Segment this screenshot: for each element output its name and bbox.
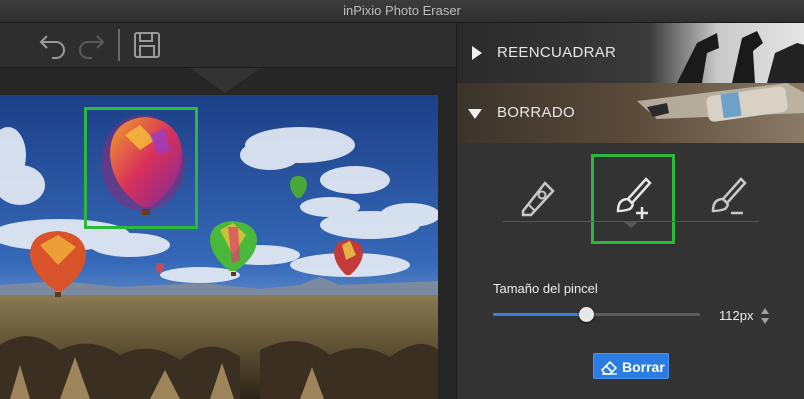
collapsed-arrow-icon bbox=[472, 46, 482, 60]
canvas-area[interactable] bbox=[0, 68, 456, 399]
stepper-down-icon[interactable] bbox=[761, 318, 769, 324]
canvas-top-notch bbox=[190, 68, 260, 93]
section-borrado-label: BORRADO bbox=[497, 104, 575, 121]
slider-thumb[interactable] bbox=[579, 307, 595, 322]
tools-divider-notch bbox=[623, 221, 639, 228]
floppy-disk-icon[interactable] bbox=[132, 30, 162, 65]
section-reencuadrar-header[interactable]: REENCUADRAR bbox=[457, 23, 804, 83]
selected-tool-highlight bbox=[591, 154, 675, 244]
window-title: inPixio Photo Eraser bbox=[343, 3, 461, 18]
eraser-tool-button[interactable] bbox=[503, 163, 573, 233]
section-borrado-header[interactable]: BORRADO bbox=[457, 83, 804, 143]
brush-size-slider[interactable] bbox=[493, 307, 700, 322]
slider-fill bbox=[493, 313, 587, 316]
section-reencuadrar-label: REENCUADRAR bbox=[497, 44, 617, 61]
brush-minus-icon bbox=[711, 177, 747, 215]
redo-arrow-icon[interactable] bbox=[76, 30, 106, 65]
stepper-up-icon[interactable] bbox=[761, 308, 769, 314]
balloon-photo[interactable] bbox=[0, 95, 438, 399]
undo-arrow-icon[interactable] bbox=[38, 30, 68, 65]
erase-button-label: Borrar bbox=[622, 359, 665, 375]
brush-size-value: 112px bbox=[719, 308, 754, 323]
balloon-selection-box bbox=[84, 107, 198, 229]
toolbar bbox=[0, 23, 456, 68]
brush-size-label: Tamaño del pincel bbox=[493, 281, 598, 296]
eraser-pen-icon bbox=[521, 181, 555, 217]
right-panel: REENCUADRAR BORRADO Tamaño del pincel 11… bbox=[456, 23, 804, 399]
erase-button[interactable]: Borrar bbox=[593, 353, 669, 379]
expanded-arrow-icon bbox=[468, 109, 482, 119]
toolbar-separator bbox=[118, 29, 120, 61]
eraser-icon bbox=[600, 360, 618, 375]
window-title-bar: inPixio Photo Eraser bbox=[0, 0, 804, 23]
brush-size-stepper[interactable] bbox=[759, 305, 771, 327]
brush-remove-tool-button[interactable] bbox=[691, 163, 761, 233]
